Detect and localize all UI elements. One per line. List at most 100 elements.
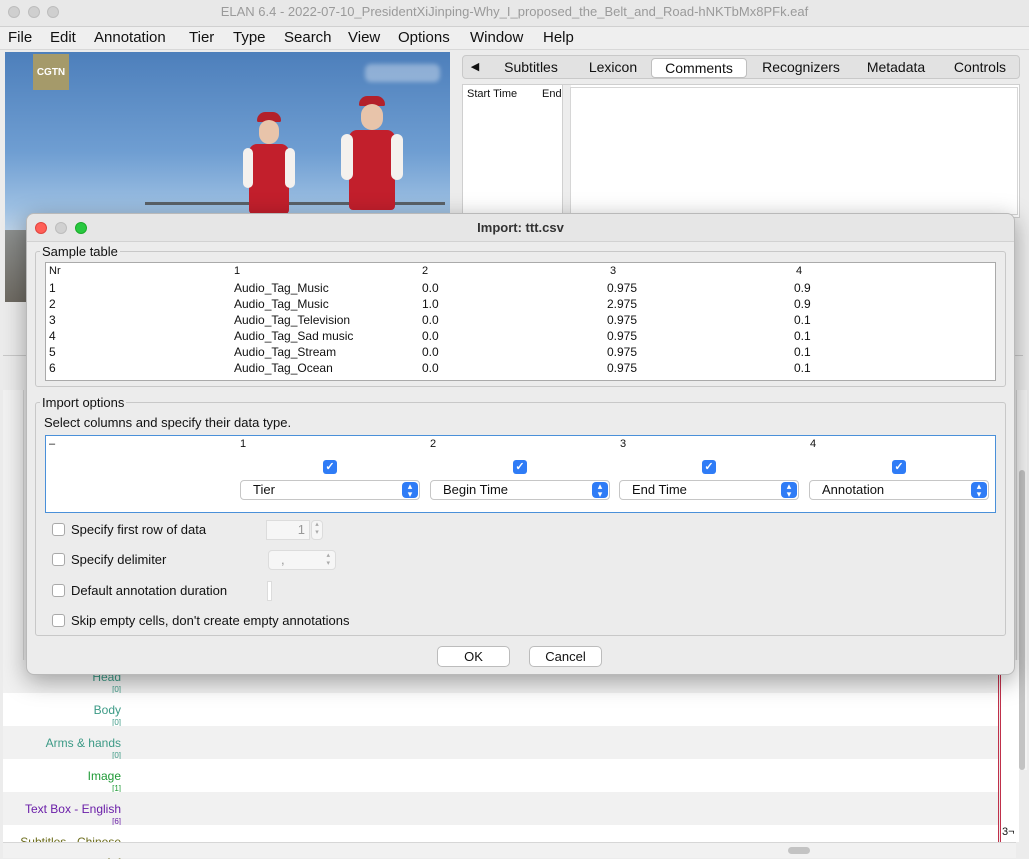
tab-strip: ◀ Subtitles Lexicon Comments Recognizers… xyxy=(462,55,1020,79)
colspec-header-2: 2 xyxy=(430,438,437,450)
menu-options[interactable]: Options xyxy=(398,29,450,46)
table-cell[interactable]: 0.1 xyxy=(794,313,811,327)
delimiter-checkbox[interactable] xyxy=(52,553,65,566)
table-cell[interactable]: 3 xyxy=(49,313,56,327)
menu-search[interactable]: Search xyxy=(284,29,332,46)
default-duration-input[interactable] xyxy=(267,581,272,601)
table-cell[interactable]: 0.0 xyxy=(422,329,439,343)
delimiter-label: Specify delimiter xyxy=(71,552,167,567)
tab-scroll-left-icon[interactable]: ◀ xyxy=(467,58,483,76)
tab-lexicon[interactable]: Lexicon xyxy=(575,58,651,76)
ok-button[interactable]: OK xyxy=(437,646,510,667)
table-cell[interactable]: 0.0 xyxy=(422,313,439,327)
column-2-type-select[interactable]: Begin Time ▴ ▾ xyxy=(430,480,610,500)
colspec-header-3: 3 xyxy=(620,438,627,450)
tier-label[interactable]: Body xyxy=(94,703,121,717)
menu-view[interactable]: View xyxy=(348,29,380,46)
menu-window[interactable]: Window xyxy=(470,29,523,46)
tab-comments[interactable]: Comments xyxy=(651,58,747,78)
column-1-checkbox[interactable]: ✓ xyxy=(323,460,337,474)
tier-row[interactable]: Arms & hands [0] xyxy=(3,726,998,760)
table-cell[interactable]: 2.975 xyxy=(607,297,637,311)
horizontal-scrollbar[interactable] xyxy=(3,842,1016,858)
table-cell[interactable]: 0.1 xyxy=(794,329,811,343)
cancel-button[interactable]: Cancel xyxy=(529,646,602,667)
menu-file[interactable]: File xyxy=(8,29,32,46)
column-4-checkbox[interactable]: ✓ xyxy=(892,460,906,474)
column-4-type-value: Annotation xyxy=(822,482,885,497)
table-cell[interactable]: 2 xyxy=(49,297,56,311)
sample-table[interactable]: Nr 1 2 3 4 1 Audio_Tag_Music 0.0 0.975 0.9 2 A… xyxy=(45,262,996,381)
table-cell[interactable]: 0.9 xyxy=(794,297,811,311)
window-titlebar: ELAN 6.4 - 2022-07-10_PresidentXiJinping… xyxy=(0,0,1029,27)
table-cell[interactable]: Audio_Tag_Stream xyxy=(234,345,336,359)
sample-table-label: Sample table xyxy=(40,244,120,259)
table-header-1: 1 xyxy=(234,265,241,277)
table-cell[interactable]: 0.0 xyxy=(422,281,439,295)
tier-labels-area: Head [0] Body [0] Arms & hands [0] Image [1] Tex… xyxy=(3,660,998,859)
first-row-stepper[interactable]: ▴ ▾ xyxy=(311,520,323,540)
tab-controls[interactable]: Controls xyxy=(943,58,1017,76)
table-cell[interactable]: 5 xyxy=(49,345,56,359)
table-cell[interactable]: 0.0 xyxy=(422,361,439,375)
default-duration-checkbox[interactable] xyxy=(52,584,65,597)
tier-label[interactable]: Arms & hands xyxy=(46,736,121,750)
comment-text-area[interactable] xyxy=(570,87,1018,215)
table-cell[interactable]: 1.0 xyxy=(422,297,439,311)
tier-row[interactable]: Image [1] xyxy=(3,759,998,793)
table-cell[interactable]: 0.9 xyxy=(794,281,811,295)
crosshair-line xyxy=(998,660,999,842)
default-duration-label: Default annotation duration xyxy=(71,583,228,598)
table-cell[interactable]: 1 xyxy=(49,281,56,295)
table-cell[interactable]: 0.975 xyxy=(607,281,637,295)
tier-row[interactable]: Text Box - English [6] xyxy=(3,792,998,826)
menu-help[interactable]: Help xyxy=(543,29,574,46)
table-cell[interactable]: Audio_Tag_Music xyxy=(234,281,329,295)
table-cell[interactable]: 4 xyxy=(49,329,56,343)
edge-text: 3¬ xyxy=(1002,826,1015,838)
table-cell[interactable]: 0.975 xyxy=(607,345,637,359)
menu-edit[interactable]: Edit xyxy=(50,29,76,46)
comments-col-start[interactable]: Start Time xyxy=(467,88,517,100)
table-cell[interactable]: 6 xyxy=(49,361,56,375)
menu-type[interactable]: Type xyxy=(233,29,266,46)
column-3-checkbox[interactable]: ✓ xyxy=(702,460,716,474)
tab-recognizers[interactable]: Recognizers xyxy=(753,58,849,76)
first-row-checkbox[interactable] xyxy=(52,523,65,536)
table-cell[interactable]: Audio_Tag_Television xyxy=(234,313,350,327)
comments-col-end[interactable]: End xyxy=(542,88,562,100)
colspec-header-4: 4 xyxy=(810,438,817,450)
delimiter-select[interactable]: , ▴ ▾ xyxy=(268,550,336,570)
tab-subtitles[interactable]: Subtitles xyxy=(493,58,569,76)
table-cell[interactable]: 0.975 xyxy=(607,313,637,327)
import-instruction: Select columns and specify their data ty… xyxy=(44,415,292,430)
table-cell[interactable]: 0.1 xyxy=(794,345,811,359)
table-cell[interactable]: Audio_Tag_Sad music xyxy=(234,329,353,343)
table-cell[interactable]: 0.0 xyxy=(422,345,439,359)
column-3-type-select[interactable]: End Time ▴ ▾ xyxy=(619,480,799,500)
skip-empty-checkbox[interactable] xyxy=(52,614,65,627)
chevron-updown-icon: ▴ ▾ xyxy=(402,482,418,499)
table-cell[interactable]: Audio_Tag_Music xyxy=(234,297,329,311)
column-2-type-value: Begin Time xyxy=(443,482,509,497)
menu-bar: File Edit Annotation Tier Type Search Vi… xyxy=(0,27,1029,50)
menu-annotation[interactable]: Annotation xyxy=(94,29,166,46)
tier-row[interactable]: Body [0] xyxy=(3,693,998,727)
channel-logo: CGTN xyxy=(33,54,69,90)
menu-tier[interactable]: Tier xyxy=(189,29,214,46)
table-cell[interactable]: 0.975 xyxy=(607,361,637,375)
tier-label[interactable]: Text Box - English xyxy=(25,802,121,816)
column-1-type-select[interactable]: Tier ▴ ▾ xyxy=(240,480,420,500)
table-cell[interactable]: 0.1 xyxy=(794,361,811,375)
table-header-3: 3 xyxy=(610,265,617,277)
table-header-nr: Nr xyxy=(49,265,61,277)
column-4-type-select[interactable]: Annotation ▴ ▾ xyxy=(809,480,989,500)
table-cell[interactable]: 0.975 xyxy=(607,329,637,343)
column-3-type-value: End Time xyxy=(632,482,687,497)
first-row-spinner[interactable]: 1 xyxy=(266,520,310,540)
tier-label[interactable]: Image xyxy=(88,769,121,783)
table-cell[interactable]: Audio_Tag_Ocean xyxy=(234,361,333,375)
column-2-checkbox[interactable]: ✓ xyxy=(513,460,527,474)
tab-metadata[interactable]: Metadata xyxy=(857,58,935,76)
chevron-updown-icon: ▴ ▾ xyxy=(971,482,987,499)
